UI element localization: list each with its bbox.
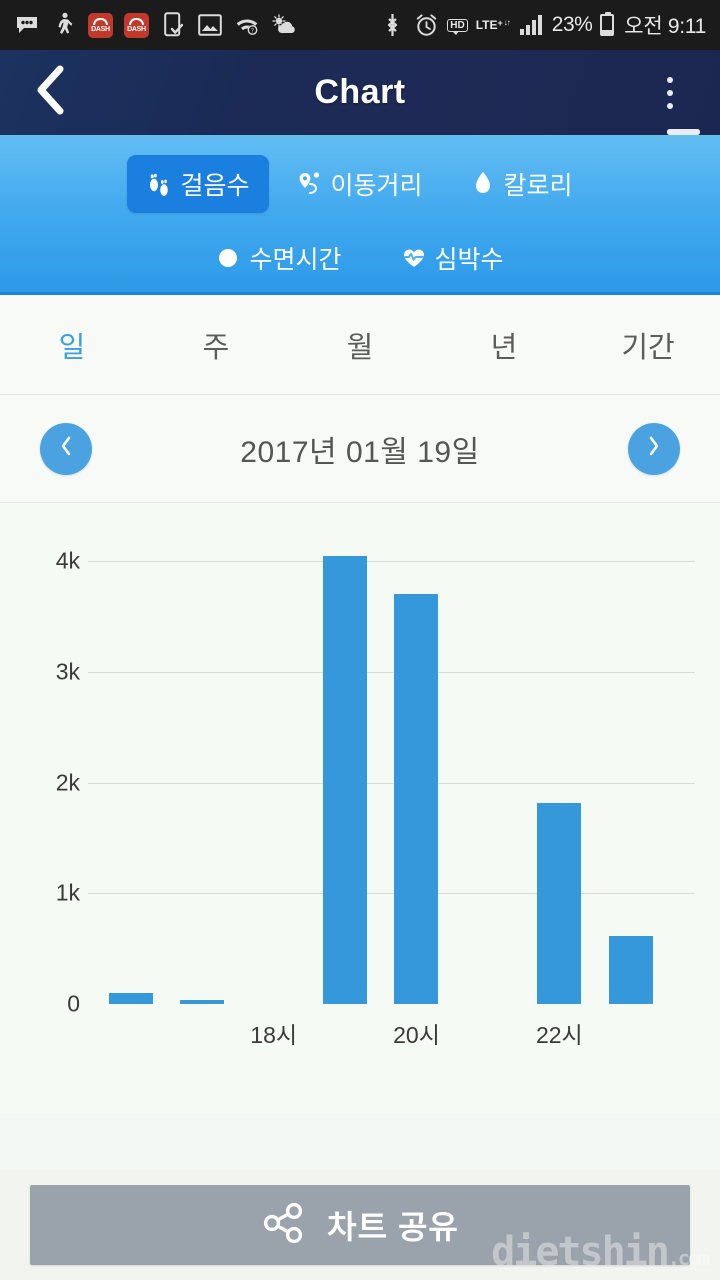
metric-row-1: 걸음수 이동거리 칼로리 [0, 155, 720, 213]
battery-icon [600, 12, 615, 36]
footprints-icon [147, 171, 171, 197]
metric-tab-distance[interactable]: 이동거리 [277, 155, 442, 213]
menu-button[interactable] [620, 50, 720, 135]
bluetooth-icon [379, 12, 405, 38]
share-chart-button[interactable]: 차트 공유 [30, 1185, 690, 1265]
metric-selector: 걸음수 이동거리 칼로리 수면시간 심박수 [0, 135, 720, 295]
y-axis-tick-1k: 1k [55, 879, 80, 906]
y-axis-tick-2k: 2k [55, 769, 80, 796]
date-navigator: 2017년 01월 19일 [0, 395, 720, 503]
share-nodes-icon [261, 1201, 305, 1250]
y-axis-tick-4k: 4k [55, 547, 80, 574]
chart-bar[interactable] [323, 555, 368, 1004]
chart-bar[interactable] [108, 992, 153, 1004]
network-data-arrows: ↓↑ [503, 18, 511, 27]
back-button[interactable] [0, 50, 100, 135]
wifi-question-icon: ? [234, 12, 260, 38]
gridline-3k [88, 671, 695, 673]
page-title: Chart [314, 73, 406, 111]
period-tab-week[interactable]: 주 [144, 324, 288, 366]
phone-check-icon [160, 12, 186, 38]
chart-bar[interactable] [180, 999, 225, 1004]
next-date-button[interactable] [628, 422, 680, 475]
period-tab-range[interactable]: 기간 [576, 324, 720, 366]
metric-tab-sleep-label: 수면시간 [249, 246, 342, 274]
metric-tab-steps[interactable]: 걸음수 [127, 155, 270, 213]
moon-icon [216, 245, 240, 271]
dash-app-icon-2: DASH [124, 12, 149, 38]
share-chart-label: 차트 공유 [327, 1209, 459, 1245]
x-axis-tick-20시: 20시 [393, 1022, 440, 1048]
x-axis-tick-18시: 18시 [250, 1022, 298, 1048]
flame-icon [471, 171, 495, 197]
route-pin-icon [297, 171, 321, 197]
pedometer-person-icon [51, 12, 77, 38]
signal-bars-icon [518, 12, 544, 38]
list-menu-icon-row-2 [667, 89, 700, 135]
metric-tab-heartrate-label: 심박수 [434, 246, 504, 274]
metric-tab-heartrate[interactable]: 심박수 [382, 229, 524, 287]
metric-tab-distance-label: 이동거리 [330, 172, 423, 200]
bar-chart-plot: 0 1k 2k 3k 4k 18시 20시 22시 [0, 503, 720, 1113]
hd-icon: HD [447, 18, 468, 35]
battery-percent-label: 23% [551, 13, 593, 36]
network-type-sup: + [497, 18, 503, 28]
list-menu-icon-row-3 [667, 102, 700, 135]
gridline-4k [88, 561, 695, 563]
metric-tab-sleep[interactable]: 수면시간 [196, 229, 361, 287]
share-bar: 차트 공유 dietshin.com [0, 1170, 720, 1280]
dash-app-icon-2-arc [129, 17, 144, 25]
weather-partly-cloudy-icon [271, 12, 297, 38]
period-tab-day[interactable]: 일 [0, 324, 144, 366]
metric-tab-steps-label: 걸음수 [180, 172, 250, 200]
metric-row-2: 수면시간 심박수 [0, 229, 720, 287]
list-menu-icon [667, 76, 700, 135]
gridline-1k [88, 893, 695, 895]
current-date-label: 2017년 01월 19일 [240, 435, 480, 469]
alarm-clock-icon [413, 12, 439, 38]
period-tab-year[interactable]: 년 [432, 324, 576, 366]
network-type-indicator: LTE + ↓↑ [475, 18, 511, 32]
gallery-image-icon [197, 12, 223, 38]
chevron-left-circle-icon [57, 434, 75, 463]
network-type-label: LTE [475, 18, 498, 32]
status-bar-right-icons: HD LTE + ↓↑ 23% 오전 9:11 [379, 10, 706, 40]
dash-app-icon-arc [93, 17, 108, 25]
svg-text:?: ? [250, 27, 253, 34]
dash-app-icon-label: DASH [91, 25, 110, 33]
chevron-right-circle-icon [645, 434, 663, 463]
heart-pulse-icon [402, 245, 426, 271]
dash-app-icon-2-label: DASH [127, 25, 146, 33]
dash-app-icon: DASH [88, 12, 113, 38]
prev-date-button[interactable] [40, 422, 92, 475]
metric-tab-calories-label: 칼로리 [503, 172, 573, 200]
list-menu-icon-row-1 [667, 76, 700, 135]
period-tabs: 일 주 월 년 기간 [0, 295, 720, 395]
chart-bar[interactable] [394, 594, 439, 1004]
status-bar: DASH DASH ? HD LTE + ↓↑ 23% 오전 9:11 [0, 0, 720, 50]
app-header: Chart [0, 50, 720, 135]
status-bar-left-icons: DASH DASH ? [14, 12, 379, 38]
gridline-2k [88, 782, 695, 784]
clock-label: 오전 9:11 [624, 15, 706, 38]
chart-bar[interactable] [537, 803, 582, 1004]
message-bubble-icon [14, 12, 40, 38]
chart-area[interactable]: 0 1k 2k 3k 4k 18시 20시 22시 [0, 503, 720, 1113]
metric-tab-calories[interactable]: 칼로리 [451, 155, 593, 213]
y-axis-tick-3k: 3k [55, 658, 80, 685]
period-tab-month[interactable]: 월 [288, 324, 432, 366]
y-axis-tick-0: 0 [67, 990, 80, 1017]
x-axis-tick-22시: 22시 [535, 1022, 583, 1048]
chevron-left-icon [33, 64, 67, 121]
chart-bar[interactable] [608, 935, 653, 1004]
